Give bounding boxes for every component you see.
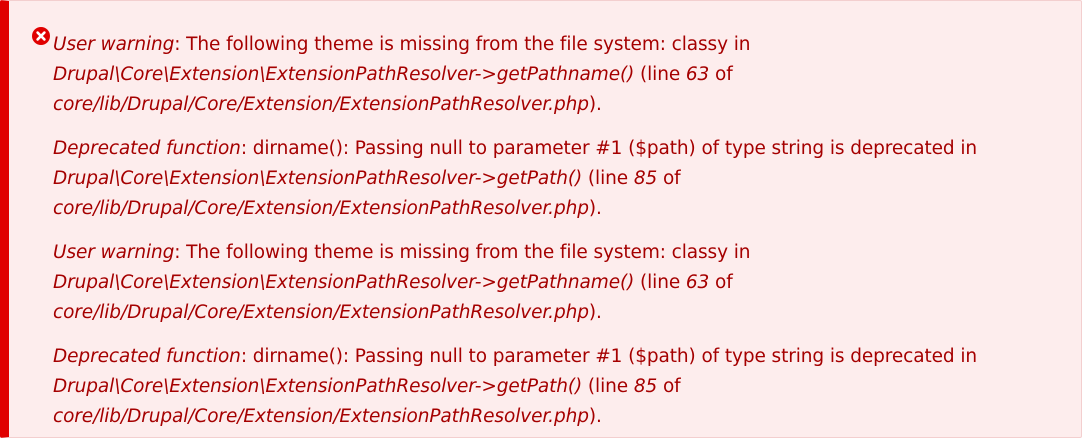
error-messages-panel: User warning: The following theme is mis…: [0, 0, 1082, 438]
message-end: ).: [588, 198, 602, 219]
message-text: : dirname(): Passing null to parameter #…: [240, 138, 977, 159]
line-prefix: (line: [582, 376, 634, 397]
message-line: User warning: The following theme is mis…: [53, 238, 1061, 268]
error-message: User warning: The following theme is mis…: [53, 238, 1061, 328]
message-type: User warning: [53, 34, 175, 55]
line-suffix: of: [657, 376, 681, 397]
message-line: core/lib/Drupal/Core/Extension/Extension…: [53, 194, 1061, 224]
file-path: core/lib/Drupal/Core/Extension/Extension…: [53, 302, 589, 323]
message-end: ).: [588, 94, 602, 115]
line-prefix: (line: [634, 64, 686, 85]
message-type: Deprecated function: [53, 346, 241, 367]
line-suffix: of: [709, 272, 733, 293]
error-x-circle-icon: [32, 27, 50, 45]
message-type: Deprecated function: [53, 138, 241, 159]
error-message: Deprecated function: dirname(): Passing …: [53, 134, 1061, 224]
file-path: core/lib/Drupal/Core/Extension/Extension…: [53, 406, 589, 427]
message-type: User warning: [53, 242, 175, 263]
function-path: Drupal\Core\Extension\ExtensionPathResol…: [53, 376, 583, 397]
line-number: 85: [633, 168, 658, 189]
line-prefix: (line: [634, 272, 686, 293]
message-end: ).: [588, 302, 602, 323]
error-message: Deprecated function: dirname(): Passing …: [53, 342, 1061, 432]
message-line: Drupal\Core\Extension\ExtensionPathResol…: [53, 164, 1061, 194]
file-path: core/lib/Drupal/Core/Extension/Extension…: [53, 198, 589, 219]
error-message: User warning: The following theme is mis…: [53, 30, 1061, 120]
message-text: : dirname(): Passing null to parameter #…: [240, 346, 977, 367]
message-line: core/lib/Drupal/Core/Extension/Extension…: [53, 90, 1061, 120]
message-line: Deprecated function: dirname(): Passing …: [53, 342, 1061, 372]
function-path: Drupal\Core\Extension\ExtensionPathResol…: [53, 168, 583, 189]
message-line: Drupal\Core\Extension\ExtensionPathResol…: [53, 60, 1061, 90]
message-line: core/lib/Drupal/Core/Extension/Extension…: [53, 402, 1061, 432]
line-number: 63: [685, 64, 710, 85]
line-number: 85: [633, 376, 658, 397]
message-line: Drupal\Core\Extension\ExtensionPathResol…: [53, 372, 1061, 402]
file-path: core/lib/Drupal/Core/Extension/Extension…: [53, 94, 589, 115]
error-message-list: User warning: The following theme is mis…: [53, 30, 1061, 446]
line-prefix: (line: [582, 168, 634, 189]
message-text: : The following theme is missing from th…: [174, 34, 751, 55]
message-line: Deprecated function: dirname(): Passing …: [53, 134, 1061, 164]
line-suffix: of: [657, 168, 681, 189]
function-path: Drupal\Core\Extension\ExtensionPathResol…: [53, 64, 635, 85]
message-line: User warning: The following theme is mis…: [53, 30, 1061, 60]
message-text: : The following theme is missing from th…: [174, 242, 751, 263]
function-path: Drupal\Core\Extension\ExtensionPathResol…: [53, 272, 635, 293]
line-suffix: of: [709, 64, 733, 85]
message-end: ).: [588, 406, 602, 427]
message-line: core/lib/Drupal/Core/Extension/Extension…: [53, 298, 1061, 328]
message-line: Drupal\Core\Extension\ExtensionPathResol…: [53, 268, 1061, 298]
line-number: 63: [685, 272, 710, 293]
